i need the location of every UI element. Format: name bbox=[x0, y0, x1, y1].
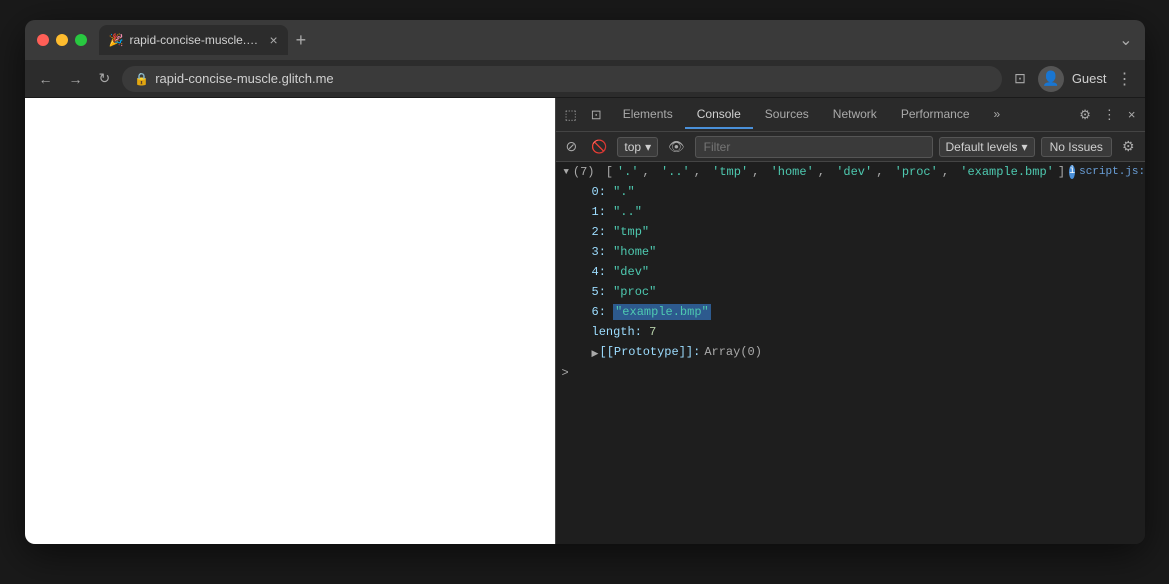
tab-network[interactable]: Network bbox=[821, 101, 889, 129]
tab-title: rapid-concise-muscle.glitch.m… bbox=[129, 33, 259, 47]
collapse-arrow-icon[interactable]: ▼ bbox=[564, 164, 569, 180]
console-prompt: > bbox=[556, 362, 1145, 384]
arr-item-3: 'home' bbox=[771, 164, 814, 180]
arr-item-2: 'tmp' bbox=[712, 164, 748, 180]
traffic-lights bbox=[37, 34, 87, 46]
levels-selector[interactable]: Default levels ▾ bbox=[939, 137, 1035, 157]
tab-favicon: 🎉 bbox=[109, 33, 124, 47]
tab-close-button[interactable]: × bbox=[269, 32, 277, 48]
devtools-more-button[interactable]: ⋮ bbox=[1098, 103, 1121, 127]
url-text: rapid-concise-muscle.glitch.me bbox=[155, 71, 333, 86]
forward-button[interactable]: → bbox=[65, 67, 87, 91]
filter-input[interactable] bbox=[695, 136, 933, 158]
close-button[interactable] bbox=[37, 34, 49, 46]
back-button[interactable]: ← bbox=[35, 67, 57, 91]
console-toolbar: ⊘ 🚫 top ▾ 👁 Default levels ▾ No Issues ⚙ bbox=[556, 132, 1145, 162]
console-item-1: 1: ".." bbox=[572, 202, 1145, 222]
tab-more[interactable]: » bbox=[982, 101, 1013, 129]
console-item-6: 6: "example.bmp" bbox=[572, 302, 1145, 322]
browser-menu-button[interactable]: ⋮ bbox=[1115, 67, 1135, 91]
tab-bar: 🎉 rapid-concise-muscle.glitch.m… × + bbox=[99, 25, 1120, 55]
devtools-toolbar-right: ⚙ ⋮ × bbox=[1074, 103, 1140, 127]
title-bar-menu-icon[interactable]: ⌄ bbox=[1119, 30, 1132, 50]
console-item-5: 5: "proc" bbox=[572, 282, 1145, 302]
tab-performance[interactable]: Performance bbox=[889, 101, 982, 129]
script-link[interactable]: script.js:8 bbox=[1079, 164, 1144, 180]
prompt-arrow-icon: > bbox=[562, 366, 569, 380]
arr-item-0: '.' bbox=[617, 164, 639, 180]
address-bar: ← → ↻ 🔒 rapid-concise-muscle.glitch.me ⊡… bbox=[25, 60, 1145, 98]
reload-button[interactable]: ↻ bbox=[95, 66, 115, 91]
console-clear-button[interactable]: ⊘ bbox=[562, 136, 582, 157]
tab-console[interactable]: Console bbox=[685, 101, 753, 129]
title-bar: 🎉 rapid-concise-muscle.glitch.m… × + ⌄ bbox=[25, 20, 1145, 60]
new-tab-button[interactable]: + bbox=[288, 31, 315, 49]
context-label: top bbox=[624, 140, 641, 154]
guest-label: Guest bbox=[1072, 71, 1107, 86]
console-block-button[interactable]: 🚫 bbox=[587, 137, 611, 157]
array-count: (7) bbox=[573, 164, 595, 180]
tab-elements[interactable]: Elements bbox=[611, 101, 685, 129]
console-item-4: 4: "dev" bbox=[572, 262, 1145, 282]
no-issues-button[interactable]: No Issues bbox=[1041, 137, 1112, 157]
console-output: ▼ (7) [ '.' , '..' , 'tmp' , 'home' , 'd… bbox=[556, 162, 1145, 544]
browser-tab[interactable]: 🎉 rapid-concise-muscle.glitch.m… × bbox=[99, 25, 288, 55]
arr-item-5: 'proc' bbox=[895, 164, 938, 180]
devtools-panel: ⬚ ⊡ Elements Console Sources Network bbox=[555, 98, 1145, 544]
array-header-row: ▼ (7) [ '.' , '..' , 'tmp' , 'home' , 'd… bbox=[556, 162, 1145, 182]
devtools-settings-button[interactable]: ⚙ bbox=[1074, 103, 1096, 127]
address-bar-right: ⊡ 👤 Guest ⋮ bbox=[1010, 66, 1134, 92]
console-item-0: 0: "." bbox=[572, 182, 1145, 202]
console-item-2: 2: "tmp" bbox=[572, 222, 1145, 242]
maximize-button[interactable] bbox=[75, 34, 87, 46]
arr-item-1: '..' bbox=[661, 164, 690, 180]
arr-item-6: 'example.bmp' bbox=[960, 164, 1054, 180]
devtools-close-button[interactable]: × bbox=[1123, 103, 1141, 126]
console-item-length: length: 7 bbox=[572, 322, 1145, 342]
levels-label: Default levels bbox=[946, 140, 1018, 154]
lock-icon: 🔒 bbox=[134, 72, 149, 86]
devtools-tabs: Elements Console Sources Network Perform… bbox=[611, 101, 1075, 129]
viewport-button[interactable]: ⊡ bbox=[1010, 66, 1030, 91]
arr-item-4: 'dev' bbox=[836, 164, 872, 180]
prototype-key: [[Prototype]]: bbox=[592, 344, 701, 360]
console-settings-button[interactable]: ⚙ bbox=[1118, 136, 1139, 157]
console-item-prototype: ▶ [[Prototype]]: Array(0) bbox=[572, 342, 1145, 362]
console-item-3: 3: "home" bbox=[572, 242, 1145, 262]
context-arrow-icon: ▾ bbox=[645, 140, 651, 154]
context-selector[interactable]: top ▾ bbox=[617, 137, 658, 157]
array-info-badge: i bbox=[1069, 165, 1075, 179]
minimize-button[interactable] bbox=[56, 34, 68, 46]
device-toolbar-button[interactable]: ⊡ bbox=[586, 103, 607, 127]
profile-icon: 👤 bbox=[1042, 70, 1059, 87]
prototype-value: Array(0) bbox=[704, 344, 762, 360]
browser-window: 🎉 rapid-concise-muscle.glitch.m… × + ⌄ ←… bbox=[25, 20, 1145, 544]
profile-button[interactable]: 👤 bbox=[1038, 66, 1064, 92]
prototype-expand-icon[interactable]: ▶ bbox=[592, 346, 599, 362]
tab-sources[interactable]: Sources bbox=[753, 101, 821, 129]
url-bar[interactable]: 🔒 rapid-concise-muscle.glitch.me bbox=[122, 66, 1002, 92]
devtools-toolbar-left: ⬚ ⊡ bbox=[560, 103, 607, 127]
highlighted-value: "example.bmp" bbox=[613, 304, 711, 320]
page-content bbox=[25, 98, 555, 544]
console-input[interactable] bbox=[575, 366, 1139, 380]
inspect-element-button[interactable]: ⬚ bbox=[560, 103, 582, 127]
levels-arrow-icon: ▾ bbox=[1022, 140, 1028, 154]
array-bracket-open: [ bbox=[599, 164, 613, 180]
eye-button[interactable]: 👁 bbox=[664, 137, 689, 157]
main-content: ⬚ ⊡ Elements Console Sources Network bbox=[25, 98, 1145, 544]
array-content: 0: "." 1: ".." 2: "tmp" 3: "home" bbox=[556, 182, 1145, 362]
devtools-toolbar: ⬚ ⊡ Elements Console Sources Network bbox=[556, 98, 1145, 132]
